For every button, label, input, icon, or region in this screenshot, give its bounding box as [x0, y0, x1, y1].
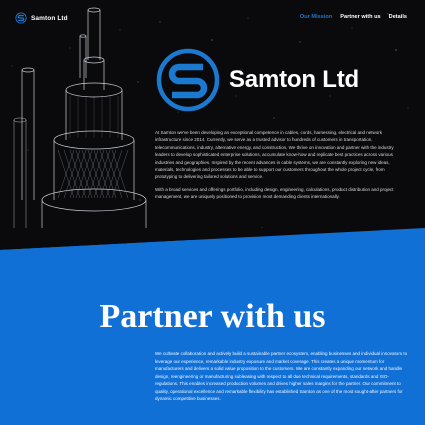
hero-section: Samton Ltd Our Mission Partner with us D… [0, 0, 425, 260]
nav-link-details[interactable]: Details [389, 14, 407, 20]
section-divider [0, 228, 425, 250]
mission-paragraph-2: With a broad services and offerings port… [155, 186, 394, 200]
partner-title: Partner with us [99, 298, 326, 335]
samton-s-logo-icon [15, 12, 27, 24]
nav-link-our-mission[interactable]: Our Mission [300, 14, 332, 20]
cable-cross-section-illustration [13, 7, 147, 260]
top-navigation: Samton Ltd Our Mission Partner with us D… [0, 0, 425, 34]
mission-paragraph-1: At Samton we've been developing an excep… [155, 130, 394, 180]
brand-name: Samton Ltd [31, 14, 68, 22]
partner-text: We cultivate collaboration and actively … [155, 350, 410, 403]
nav-link-partner-with-us[interactable]: Partner with us [340, 14, 380, 20]
samton-s-logo-icon [156, 48, 220, 112]
brand[interactable]: Samton Ltd [15, 12, 68, 24]
partner-paragraph: We cultivate collaboration and actively … [155, 351, 408, 401]
hero-logo-text: Samton Ltd [229, 66, 359, 93]
nav-links: Our Mission Partner with us Details [300, 14, 407, 20]
mission-text: At Samton we've been developing an excep… [155, 129, 405, 206]
hero-logo: Samton Ltd [155, 48, 359, 112]
